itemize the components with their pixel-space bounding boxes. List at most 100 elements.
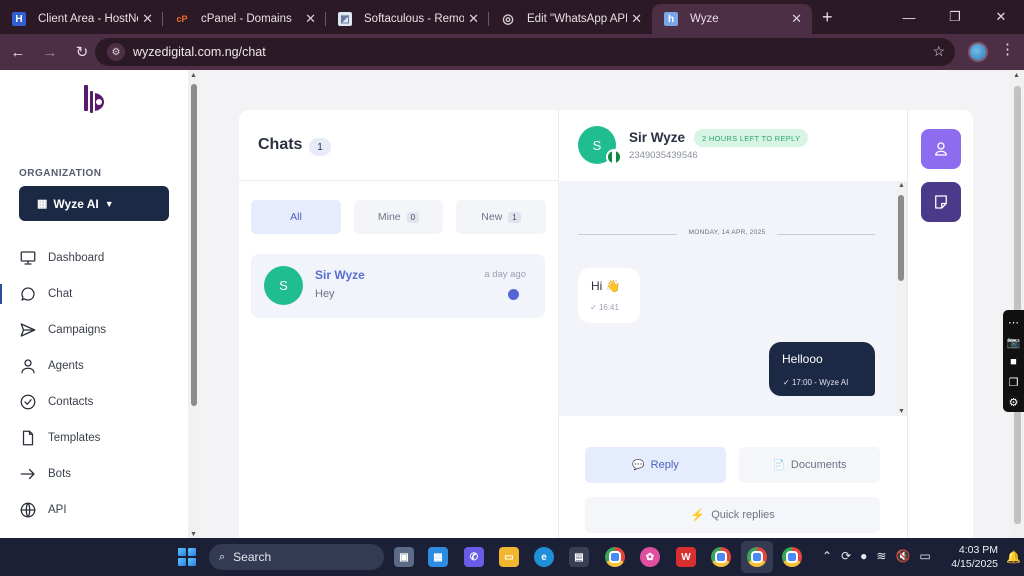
tab-documents[interactable]: 📄 Documents: [739, 447, 880, 483]
wifi-icon[interactable]: ≋: [876, 549, 886, 563]
browser-tab[interactable]: H Client Area - HostNowNow ✕: [0, 4, 163, 34]
scroll-up-icon[interactable]: ▲: [898, 182, 905, 189]
search-placeholder: Search: [233, 550, 272, 564]
scroll-down-icon[interactable]: ▼: [190, 531, 197, 538]
check-icon: ✓: [783, 378, 792, 387]
date-divider-label: MONDAY, 14 APR, 2025: [677, 229, 777, 236]
sidebar-item-dashboard[interactable]: Dashboard: [0, 240, 188, 276]
sidebar-item-chat[interactable]: Chat: [0, 276, 188, 312]
page-scrollbar[interactable]: ▲: [1010, 70, 1024, 538]
close-icon[interactable]: ✕: [305, 11, 316, 27]
window-icon[interactable]: ❐: [1009, 372, 1019, 392]
volume-mute-icon[interactable]: 🔇: [895, 549, 910, 563]
message-time: 16:41: [598, 303, 619, 312]
widgets-icon[interactable]: ▦: [428, 547, 448, 567]
bookmark-star-icon[interactable]: ☆: [932, 43, 945, 60]
globe-favicon-icon: ◎: [502, 11, 514, 26]
chrome-profile-icon[interactable]: [711, 547, 731, 567]
photos-icon[interactable]: ✿: [640, 547, 660, 567]
chrome-profile-icon[interactable]: [782, 547, 802, 567]
windows-start-icon[interactable]: [178, 548, 196, 566]
close-icon[interactable]: ✕: [468, 11, 479, 27]
address-bar[interactable]: ⚙ wyzedigital.com.ng/chat ☆: [95, 38, 955, 66]
thread-scrollbar[interactable]: ▲ ▼: [896, 181, 907, 416]
sidebar-item-agents[interactable]: Agents: [0, 348, 188, 384]
arrow-right-icon: [20, 468, 35, 480]
battery-icon[interactable]: ▭: [919, 549, 930, 563]
browser-tab-active[interactable]: h Wyze ✕: [652, 4, 812, 34]
tab-title: Softaculous - Remove: [364, 13, 464, 25]
scroll-up-icon[interactable]: ▲: [190, 72, 197, 79]
send-icon: [20, 323, 36, 337]
filter-all[interactable]: All: [251, 200, 341, 234]
contact-profile-button[interactable]: [921, 129, 961, 169]
teams-icon[interactable]: ✆: [464, 547, 484, 567]
taskbar-clock[interactable]: 4:03 PM 4/15/2025: [938, 543, 998, 571]
sidebar-item-bots[interactable]: Bots: [0, 456, 188, 492]
last-message: Hey: [315, 288, 335, 300]
filter-new[interactable]: New 1: [456, 200, 546, 234]
filter-mine[interactable]: Mine 0: [354, 200, 443, 234]
conversation-list-item[interactable]: S Sir Wyze Hey a day ago: [251, 254, 545, 318]
menu-kebab-icon[interactable]: ⋮: [1000, 40, 1015, 58]
app-tray-icon[interactable]: ●: [860, 549, 867, 563]
system-tray: ⌃ ⟳ ● ≋ 🔇 ▭: [822, 549, 931, 563]
new-tab-icon[interactable]: +: [822, 7, 833, 28]
notification-bell-icon[interactable]: 🔔: [1006, 550, 1021, 564]
divider: [239, 180, 558, 181]
close-icon[interactable]: ✕: [791, 11, 802, 27]
filter-label: New: [481, 211, 503, 223]
scroll-thumb[interactable]: [191, 84, 197, 406]
file-explorer-icon[interactable]: ▭: [499, 547, 519, 567]
back-arrow-icon[interactable]: ←: [4, 38, 32, 66]
video-icon[interactable]: ■: [1010, 352, 1017, 372]
task-view-icon[interactable]: ▣: [394, 547, 414, 567]
sidebar-item-contacts[interactable]: Contacts: [0, 384, 188, 420]
scroll-up-icon[interactable]: ▲: [1013, 72, 1020, 79]
scroll-down-icon[interactable]: ▼: [898, 408, 905, 415]
minimize-icon[interactable]: —: [886, 0, 932, 34]
store-icon[interactable]: ▤: [569, 547, 589, 567]
close-icon[interactable]: ✕: [142, 11, 153, 27]
close-window-icon[interactable]: ✕: [978, 0, 1024, 34]
sidebar-item-campaigns[interactable]: Campaigns: [0, 312, 188, 348]
edge-icon[interactable]: e: [534, 547, 554, 567]
reload-icon[interactable]: ↻: [68, 38, 96, 66]
browser-tab-strip: H Client Area - HostNowNow ✕ cP cPanel -…: [0, 0, 1024, 34]
last-message-time: a day ago: [484, 269, 526, 280]
sidebar-item-templates[interactable]: Templates: [0, 420, 188, 456]
profile-avatar[interactable]: [968, 42, 988, 62]
chrome-icon[interactable]: [605, 547, 625, 567]
sidebar-item-api[interactable]: API: [0, 492, 188, 528]
browser-tab[interactable]: ◩ Softaculous - Remove ✕: [326, 4, 489, 34]
taskbar-search[interactable]: ⌕ Search: [209, 544, 384, 570]
organization-dropdown[interactable]: ▦ Wyze AI ▼: [19, 186, 169, 221]
sidebar-scrollbar[interactable]: ▲ ▼: [188, 70, 200, 538]
document-icon: [22, 430, 34, 446]
wps-office-icon[interactable]: W: [676, 547, 696, 567]
chrome-active-icon[interactable]: [747, 547, 767, 567]
chats-count-badge: 1: [309, 138, 331, 156]
restore-icon[interactable]: ❐: [932, 0, 978, 34]
unread-dot: [508, 289, 519, 300]
quick-replies-button[interactable]: ⚡ Quick replies: [585, 497, 880, 533]
scroll-thumb[interactable]: [898, 195, 904, 281]
url-text: wyzedigital.com.ng/chat: [133, 45, 266, 59]
browser-tab[interactable]: cP cPanel - Domains ✕: [163, 4, 326, 34]
gear-icon[interactable]: ⚙: [1009, 392, 1019, 412]
building-icon: ▦: [37, 198, 48, 210]
browser-tab[interactable]: ◎ Edit "WhatsApp API" with ✕: [489, 4, 652, 34]
sync-icon[interactable]: ⟳: [841, 549, 851, 563]
reply-window-badge: 2 HOURS LEFT TO REPLY: [694, 129, 809, 147]
chevron-up-icon[interactable]: ⌃: [822, 549, 832, 563]
scroll-thumb[interactable]: [1014, 86, 1021, 524]
tab-reply[interactable]: 💬 Reply: [585, 447, 726, 483]
more-icon[interactable]: ⋯: [1008, 312, 1019, 332]
site-settings-icon[interactable]: ⚙: [107, 43, 125, 61]
speech-bubble-icon: 💬: [632, 459, 645, 471]
camera-icon[interactable]: 📷: [1007, 332, 1021, 352]
forward-arrow-icon[interactable]: →: [36, 38, 64, 66]
outgoing-message: Hellooo ✓ 17:00 - Wyze AI: [769, 342, 875, 396]
notes-button[interactable]: [921, 182, 961, 222]
close-icon[interactable]: ✕: [631, 11, 642, 27]
